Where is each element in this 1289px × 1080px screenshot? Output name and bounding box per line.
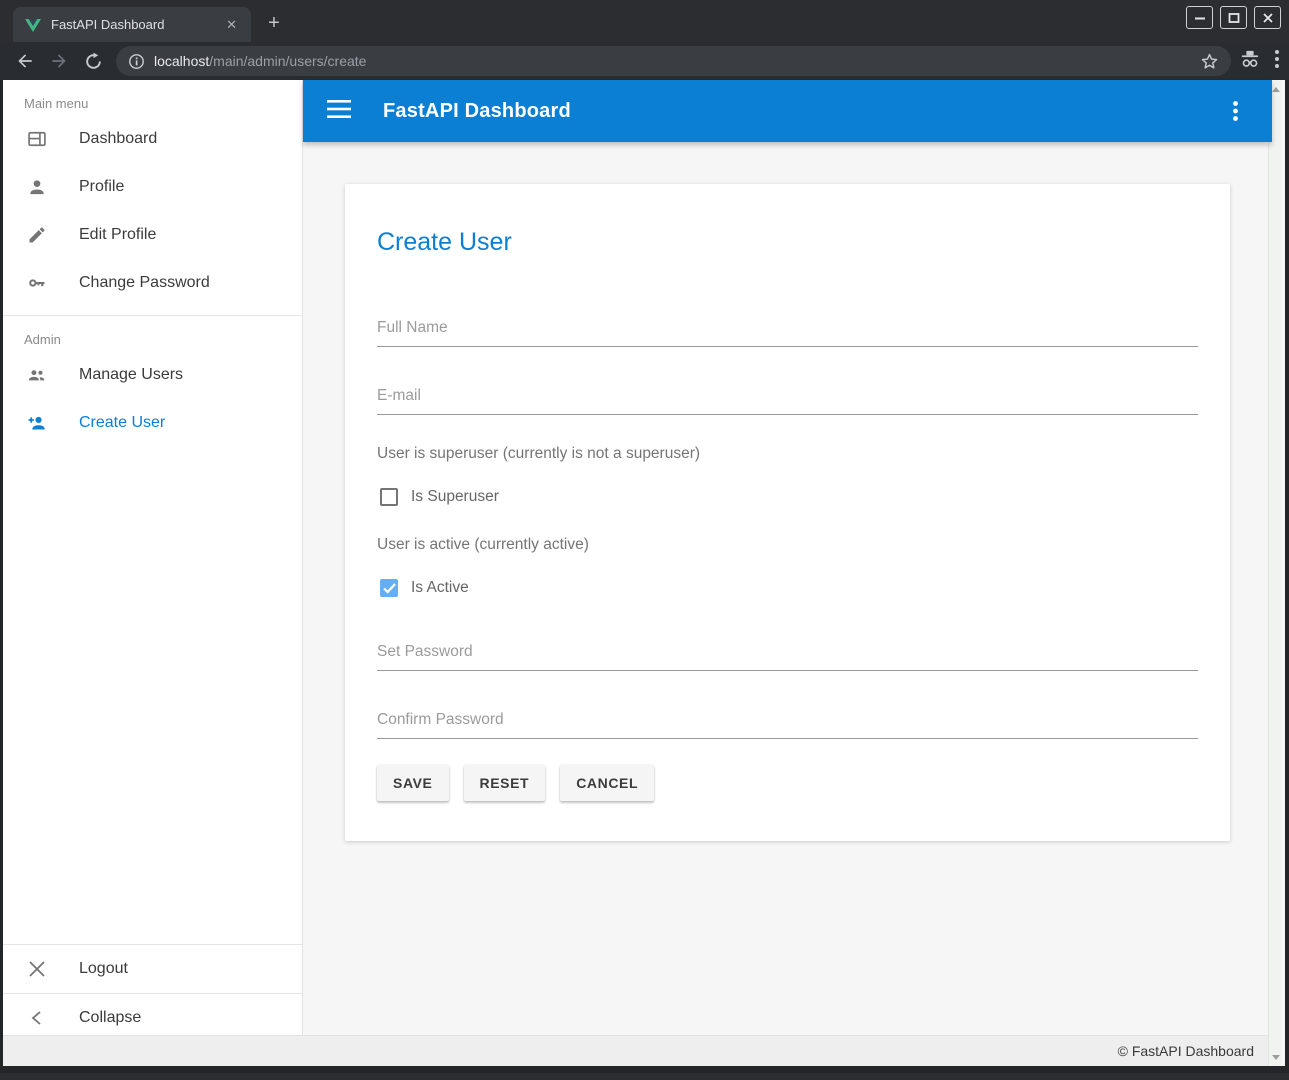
input-underline <box>377 346 1198 347</box>
scroll-down-icon[interactable] <box>1269 1050 1282 1064</box>
card-title: Create User <box>377 228 1198 257</box>
pencil-icon <box>27 225 47 245</box>
sidebar-item-label: Dashboard <box>79 130 157 148</box>
form-buttons: SAVE RESET CANCEL <box>377 765 1198 801</box>
hamburger-menu-icon[interactable] <box>327 100 353 123</box>
sidebar-item-label: Manage Users <box>79 366 183 384</box>
sidebar-section-admin: Admin <box>3 316 302 351</box>
back-button[interactable] <box>8 46 42 76</box>
active-checkbox-row[interactable]: Is Active <box>377 579 1198 597</box>
browser-tab[interactable]: FastAPI Dashboard ✕ <box>13 7 251 42</box>
sidebar-item-dashboard[interactable]: Dashboard <box>3 115 302 163</box>
sidebar-item-manage-users[interactable]: Manage Users <box>3 351 302 399</box>
dashboard-icon <box>27 129 47 149</box>
close-x-icon <box>27 959 47 979</box>
app-title: FastAPI Dashboard <box>383 100 571 123</box>
input-underline <box>377 738 1198 739</box>
full-name-placeholder: Full Name <box>377 319 1198 337</box>
app-bar: FastAPI Dashboard <box>303 80 1272 142</box>
sidebar-item-label: Logout <box>79 960 128 978</box>
chevron-left-icon <box>27 1008 47 1028</box>
person-icon <box>27 177 47 197</box>
create-user-card: Create User Full Name E-mail User is sup… <box>345 184 1230 841</box>
vue-logo-icon <box>25 17 41 33</box>
page-footer: © FastAPI Dashboard <box>3 1035 1272 1066</box>
address-bar[interactable]: localhost/main/admin/users/create <box>116 46 1231 76</box>
superuser-checkbox-label: Is Superuser <box>411 488 499 506</box>
sidebar-item-logout[interactable]: Logout <box>3 944 302 993</box>
sidebar-item-change-password[interactable]: Change Password <box>3 259 302 307</box>
bookmark-star-icon[interactable] <box>1189 52 1219 71</box>
email-input[interactable]: E-mail <box>377 387 1198 415</box>
new-tab-button[interactable]: + <box>262 12 286 36</box>
reload-button[interactable] <box>76 46 110 76</box>
sidebar-item-label: Profile <box>79 178 124 196</box>
maximize-button[interactable] <box>1220 6 1247 29</box>
browser-toolbar: localhost/main/admin/users/create <box>0 42 1289 80</box>
input-underline <box>377 414 1198 415</box>
key-icon <box>27 273 47 293</box>
save-button[interactable]: SAVE <box>377 765 449 801</box>
superuser-checkbox-row[interactable]: Is Superuser <box>377 488 1198 506</box>
page-viewport: Main menu Dashboard <box>0 80 1289 1073</box>
superuser-checkbox[interactable] <box>380 488 398 506</box>
browser-menu-icon[interactable] <box>1275 50 1279 73</box>
active-checkbox[interactable] <box>380 579 398 597</box>
active-hint: User is active (currently active) <box>377 536 1198 554</box>
person-add-icon <box>27 413 47 433</box>
sidebar-item-profile[interactable]: Profile <box>3 163 302 211</box>
people-icon <box>27 365 47 385</box>
url-text[interactable]: localhost/main/admin/users/create <box>154 53 1189 69</box>
app-menu-kebab-icon[interactable] <box>1226 101 1244 121</box>
forward-button[interactable] <box>42 46 76 76</box>
confirm-password-placeholder: Confirm Password <box>377 711 1198 729</box>
content-area: Create User Full Name E-mail User is sup… <box>303 184 1272 841</box>
sidebar-item-label: Create User <box>79 414 165 432</box>
reset-button[interactable]: RESET <box>464 765 546 801</box>
incognito-icon <box>1239 49 1261 74</box>
sidebar-item-label: Collapse <box>79 1009 141 1027</box>
sidebar-item-edit-profile[interactable]: Edit Profile <box>3 211 302 259</box>
window-controls <box>1186 6 1281 29</box>
window-bottom-border <box>3 1066 1289 1073</box>
input-underline <box>377 670 1198 671</box>
browser-tab-strip: FastAPI Dashboard ✕ + <box>0 0 1289 42</box>
sidebar: Main menu Dashboard <box>3 80 303 1042</box>
sidebar-section-main-menu: Main menu <box>3 80 302 115</box>
minimize-button[interactable] <box>1186 6 1213 29</box>
tab-title: FastAPI Dashboard <box>51 17 222 32</box>
cancel-button[interactable]: CANCEL <box>560 765 654 801</box>
tab-close-icon[interactable]: ✕ <box>222 15 241 35</box>
sidebar-item-create-user[interactable]: Create User <box>3 399 302 447</box>
close-window-button[interactable] <box>1254 6 1281 29</box>
set-password-placeholder: Set Password <box>377 643 1198 661</box>
url-path: /main/admin/users/create <box>209 53 366 69</box>
confirm-password-input[interactable]: Confirm Password <box>377 711 1198 739</box>
sidebar-item-label: Edit Profile <box>79 226 156 244</box>
main-area: FastAPI Dashboard Create User Full Name <box>303 80 1272 1042</box>
copyright-text: © FastAPI Dashboard <box>1118 1043 1254 1059</box>
browser-window: FastAPI Dashboard ✕ + <box>0 0 1289 1080</box>
sidebar-item-label: Change Password <box>79 274 210 292</box>
site-info-icon[interactable] <box>128 53 154 70</box>
active-checkbox-label: Is Active <box>411 579 469 597</box>
email-placeholder: E-mail <box>377 387 1198 405</box>
full-name-input[interactable]: Full Name <box>377 319 1198 347</box>
superuser-hint: User is superuser (currently is not a su… <box>377 445 1198 463</box>
set-password-input[interactable]: Set Password <box>377 643 1198 671</box>
url-host: localhost <box>154 53 209 69</box>
